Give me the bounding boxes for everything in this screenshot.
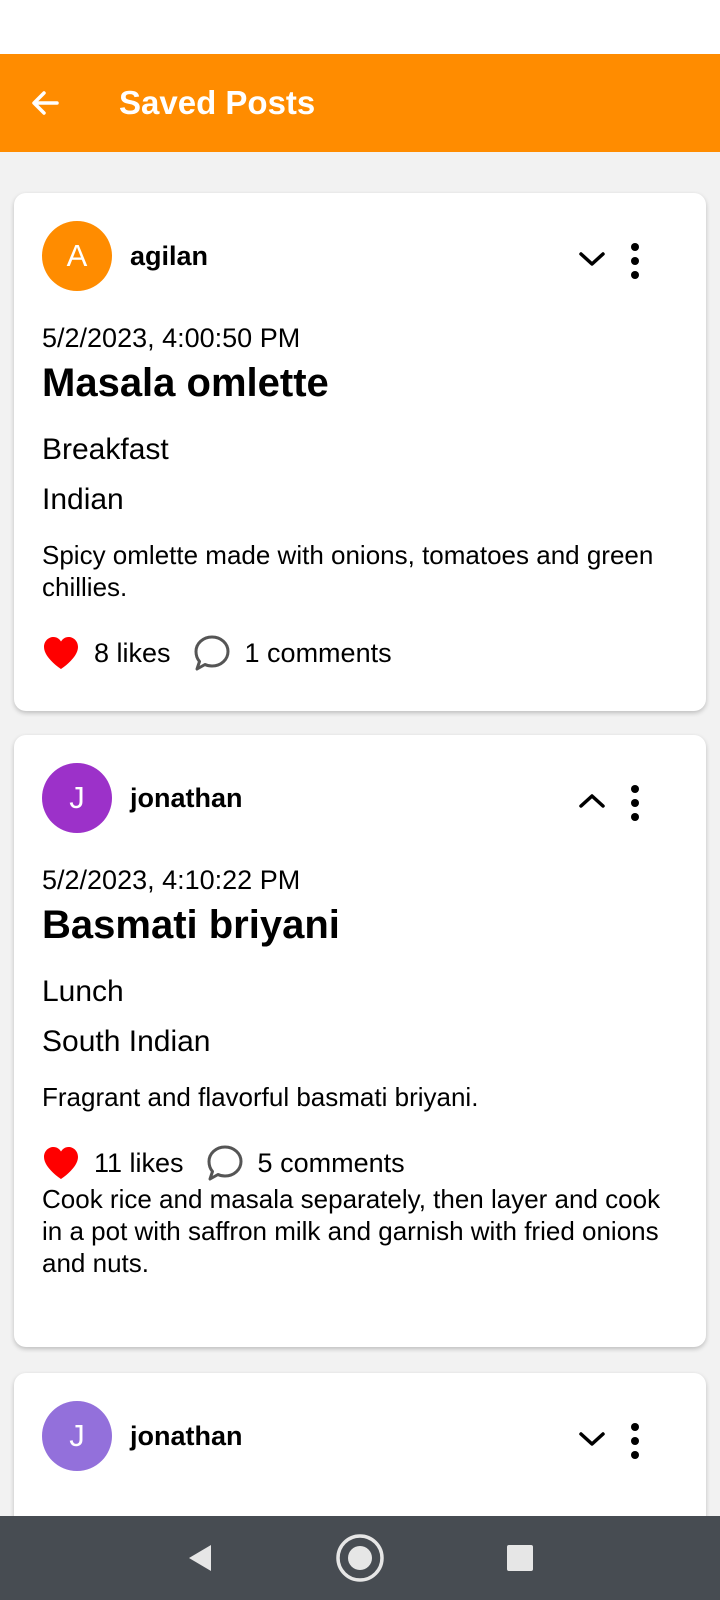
chevron-down-icon <box>579 252 605 266</box>
post-meal-type: Lunch <box>42 975 124 1008</box>
post-cuisine: South Indian <box>42 1025 211 1058</box>
post-title: Basmati briyani <box>42 903 340 947</box>
app-bar: Saved Posts <box>0 54 720 152</box>
comment-icon <box>207 1145 243 1181</box>
square-recents-icon <box>507 1545 533 1571</box>
chevron-down-icon <box>579 1432 605 1446</box>
chevron-up-icon <box>579 794 605 808</box>
comments-count: 1 comments <box>244 637 392 668</box>
post-card[interactable]: J jonathan <box>14 1373 706 1516</box>
post-username[interactable]: jonathan <box>130 783 243 814</box>
post-recipe: Cook rice and masala separately, then la… <box>42 1184 661 1278</box>
comments-count: 5 comments <box>257 1147 405 1178</box>
more-vertical-icon <box>631 1423 639 1459</box>
post-stats: 8 likes 1 comments <box>42 631 414 675</box>
nav-back-button[interactable] <box>170 1528 230 1588</box>
more-vertical-icon <box>631 243 639 279</box>
like-button[interactable]: 11 likes <box>42 1146 206 1180</box>
page-title: Saved Posts <box>119 84 316 121</box>
post-card[interactable]: A agilan 5/2/2023, 4:00:50 PM Masala oml… <box>14 193 706 711</box>
system-navigation-bar <box>0 1516 720 1600</box>
avatar[interactable]: A <box>42 221 112 291</box>
back-button[interactable] <box>0 54 90 152</box>
expand-button[interactable] <box>574 1421 610 1457</box>
avatar[interactable]: J <box>42 1401 112 1471</box>
more-vertical-icon <box>631 785 639 821</box>
saved-posts-feed[interactable]: A agilan 5/2/2023, 4:00:50 PM Masala oml… <box>0 152 720 1516</box>
nav-home-button[interactable] <box>330 1528 390 1588</box>
likes-count: 8 likes <box>94 637 171 668</box>
heart-icon <box>44 637 78 669</box>
likes-count: 11 likes <box>94 1147 184 1178</box>
post-card[interactable]: J jonathan 5/2/2023, 4:10:22 PM Basmati … <box>14 735 706 1347</box>
post-timestamp: 5/2/2023, 4:00:50 PM <box>42 323 301 353</box>
arrow-left-icon <box>32 91 59 115</box>
more-options-button[interactable] <box>618 783 652 823</box>
post-timestamp: 5/2/2023, 4:10:22 PM <box>42 865 301 895</box>
comment-button[interactable]: 5 comments <box>206 1144 427 1182</box>
more-options-button[interactable] <box>618 241 652 281</box>
circle-home-icon <box>336 1534 384 1582</box>
post-username[interactable]: agilan <box>130 241 208 272</box>
avatar[interactable]: J <box>42 763 112 833</box>
collapse-button[interactable] <box>574 783 610 819</box>
heart-icon <box>44 1147 78 1179</box>
comment-button[interactable]: 1 comments <box>193 634 414 672</box>
post-meal-type: Breakfast <box>42 433 169 466</box>
post-description: Fragrant and flavorful basmati briyani. <box>42 1082 479 1112</box>
comment-icon <box>194 635 230 671</box>
expand-button[interactable] <box>574 241 610 277</box>
post-stats: 11 likes 5 comments <box>42 1141 427 1185</box>
post-cuisine: Indian <box>42 483 124 516</box>
post-description: Spicy omlette made with onions, tomatoes… <box>42 540 654 602</box>
status-bar <box>0 0 720 54</box>
more-options-button[interactable] <box>618 1421 652 1461</box>
post-username[interactable]: jonathan <box>130 1421 243 1452</box>
post-title: Masala omlette <box>42 361 329 405</box>
nav-recents-button[interactable] <box>490 1528 550 1588</box>
triangle-back-icon <box>189 1545 211 1571</box>
like-button[interactable]: 8 likes <box>42 636 193 670</box>
